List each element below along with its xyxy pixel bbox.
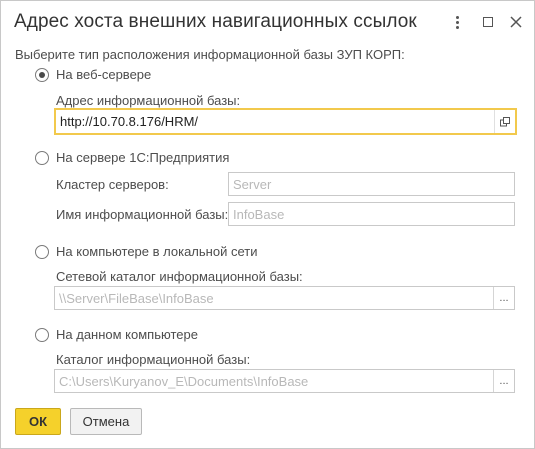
radio-web-server-label: На веб-сервере (56, 67, 152, 82)
radio-local-indicator[interactable] (35, 327, 49, 342)
cluster-field[interactable] (228, 172, 515, 196)
local-catalog-field[interactable]: ... (54, 369, 515, 393)
infobase-name-label: Имя информационной базы: (56, 207, 229, 222)
ok-button[interactable]: ОК (15, 408, 61, 435)
network-catalog-field[interactable]: ... (54, 286, 515, 310)
radio-web-server[interactable]: На веб-сервере (35, 67, 151, 82)
infobase-name-field[interactable] (228, 202, 515, 226)
web-address-input[interactable] (56, 110, 515, 133)
web-address-label: Адрес информационной базы: (56, 93, 241, 108)
radio-local-label: На данном компьютере (56, 327, 198, 342)
cluster-input[interactable] (229, 173, 514, 195)
network-browse-button[interactable]: ... (493, 287, 514, 309)
web-address-field[interactable] (54, 108, 517, 135)
radio-network-indicator[interactable] (35, 244, 49, 259)
window-title: Адрес хоста внешних навигационных ссылок (14, 11, 417, 32)
local-browse-button[interactable]: ... (493, 370, 514, 392)
radio-web-server-indicator[interactable] (35, 67, 49, 82)
radio-1c-server-indicator[interactable] (35, 150, 49, 165)
network-catalog-label: Сетевой каталог информационной базы: (56, 269, 303, 284)
dialog-window: Адрес хоста внешних навигационных ссылок… (0, 0, 535, 449)
close-icon[interactable] (505, 11, 527, 33)
radio-network-label: На компьютере в локальной сети (56, 244, 258, 259)
local-catalog-label: Каталог информационной базы: (56, 352, 251, 367)
radio-local[interactable]: На данном компьютере (35, 327, 198, 342)
infobase-name-input[interactable] (229, 203, 514, 225)
radio-1c-server-label: На сервере 1С:Предприятия (56, 150, 230, 165)
network-catalog-input[interactable] (55, 287, 514, 309)
maximize-icon[interactable] (477, 11, 499, 33)
open-link-icon[interactable] (494, 110, 515, 133)
title-bar: Адрес хоста внешних навигационных ссылок (1, 1, 534, 41)
radio-network[interactable]: На компьютере в локальной сети (35, 244, 257, 259)
location-prompt: Выберите тип расположения информационной… (15, 47, 405, 62)
cancel-button[interactable]: Отмена (70, 408, 142, 435)
more-options-icon[interactable] (446, 11, 468, 33)
local-catalog-input[interactable] (55, 370, 514, 392)
radio-1c-server[interactable]: На сервере 1С:Предприятия (35, 150, 229, 165)
cluster-label: Кластер серверов: (56, 177, 169, 192)
